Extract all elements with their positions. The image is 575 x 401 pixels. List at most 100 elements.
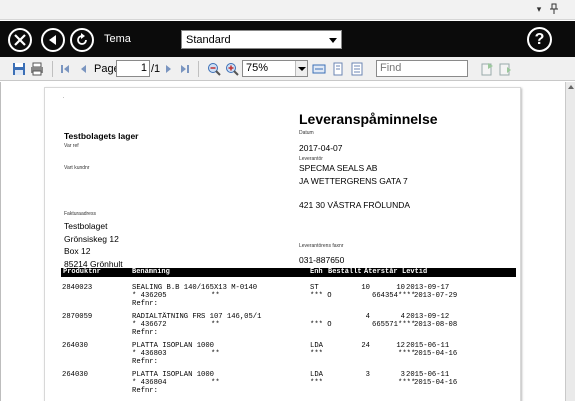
report-viewer[interactable]: . Leveranspåminnelse Testbolagets lager … — [0, 82, 565, 401]
scroll-up-icon[interactable] — [568, 85, 574, 89]
tema-label: Tema — [104, 33, 131, 45]
find-input[interactable]: Find — [376, 60, 468, 77]
product-name: RADIALTÄTNING FRS 107 146,05/1 — [132, 313, 262, 321]
refresh-button[interactable] — [70, 28, 94, 52]
previous-page-icon[interactable] — [76, 62, 90, 76]
lev-fax-label: Leverantörens faxnr — [299, 243, 344, 249]
product-number: 2840023 — [62, 284, 93, 292]
delivery-date: 2015-06-11 — [406, 371, 450, 379]
next-page-icon[interactable] — [162, 62, 176, 76]
billing-street: Grönsiskeg 12 — [64, 234, 119, 244]
stars: **** — [398, 321, 416, 329]
stars: ** — [211, 379, 220, 387]
remaining-qty: 12 — [396, 342, 405, 350]
back-button[interactable] — [41, 28, 65, 52]
find-icon[interactable] — [480, 62, 494, 76]
supplier-name: SPECMA SEALS AB — [299, 163, 378, 173]
remaining-qty: 3 — [400, 371, 405, 379]
order-date: 2013-08-08 — [414, 321, 458, 329]
order-mark: *** — [310, 350, 323, 358]
close-button[interactable] — [8, 28, 32, 52]
dropdown-arrow-icon[interactable]: ▾ — [533, 3, 545, 15]
page-number-input[interactable]: 1 — [116, 60, 150, 77]
delivery-date: 2013-09-12 — [406, 313, 450, 321]
var-ref-label: Var ref — [64, 143, 79, 149]
page-total: /1 — [151, 63, 161, 75]
order-mark: *** O — [310, 321, 332, 329]
product-number: 264030 — [62, 342, 88, 350]
order-number: 664354 — [372, 292, 398, 300]
ref-line: * 436672 — [132, 321, 167, 329]
help-button[interactable]: ? — [527, 27, 552, 52]
ordered-qty: 10 — [361, 284, 370, 292]
stars: **** — [398, 379, 416, 387]
fakturaadress-label: Fakturaadress — [64, 211, 96, 217]
product-number: 2870059 — [62, 313, 93, 321]
order-number: 665571 — [372, 321, 398, 329]
ordered-qty: 4 — [365, 313, 370, 321]
refresh-icon — [77, 33, 87, 45]
refnr-label: Refnr: — [132, 300, 158, 308]
column-header: Beställt — [328, 268, 362, 276]
product-name: PLATTA ISOPLAN 1000 — [132, 342, 214, 350]
supplier-fax: 031-887650 — [299, 255, 345, 265]
toolbar-divider — [198, 61, 199, 77]
command-bar: Tema Standard ? — [0, 21, 575, 57]
first-page-icon[interactable] — [58, 62, 72, 76]
page-layout-icon[interactable] — [350, 62, 364, 76]
help-icon: ? — [534, 31, 545, 48]
column-header: Benämning — [132, 268, 170, 276]
pin-icon[interactable] — [548, 3, 560, 15]
remaining-qty: 10 — [396, 284, 405, 292]
tema-select[interactable]: Standard — [181, 30, 342, 49]
stars: **** — [398, 292, 416, 300]
product-name: PLATTA ISOPLAN 1000 — [132, 371, 214, 379]
refnr-label: Refnr: — [132, 358, 158, 366]
last-page-icon[interactable] — [178, 62, 192, 76]
column-header: Återstår — [364, 268, 398, 276]
find-next-icon[interactable] — [498, 62, 512, 76]
print-icon[interactable] — [30, 62, 44, 76]
stars: ** — [211, 350, 220, 358]
vertical-scrollbar[interactable] — [565, 82, 575, 401]
document-title: Leveranspåminnelse — [299, 111, 438, 127]
report-toolbar: Page 1 /1 75% Find — [0, 57, 575, 81]
billing-box: Box 12 — [64, 246, 91, 256]
refnr-label: Refnr: — [132, 329, 158, 337]
zoom-out-icon[interactable] — [207, 62, 221, 76]
stars: ** — [211, 292, 220, 300]
order-mark: *** — [310, 379, 323, 387]
order-mark: *** O — [310, 292, 332, 300]
order-date: 2013-07-29 — [414, 292, 458, 300]
column-header: Enh — [310, 268, 323, 276]
delivery-date: 2015-06-11 — [406, 342, 450, 350]
zoom-select-value: 75% — [246, 62, 269, 74]
one-page-icon[interactable] — [331, 62, 345, 76]
zoom-in-icon[interactable] — [225, 62, 239, 76]
unit: ST — [310, 284, 319, 292]
column-header: Levtid — [402, 268, 428, 276]
unit: LDA — [310, 342, 323, 350]
refnr-label: Refnr: — [132, 387, 158, 395]
window-caption-bar: ▾ — [0, 0, 575, 20]
billing-name: Testbolaget — [64, 221, 108, 231]
datum-label: Datum — [299, 130, 314, 136]
vart-kundnr-label: Vart kundnr — [64, 165, 90, 171]
supplier-city: 421 30 VÄSTRA FRÖLUNDA — [299, 200, 411, 210]
stars: ** — [211, 321, 220, 329]
fit-width-icon[interactable] — [312, 62, 326, 76]
ref-line: * 436803 — [132, 350, 167, 358]
zoom-select[interactable]: 75% — [242, 60, 308, 77]
leverantor-label: Leverantör — [299, 156, 323, 162]
unit: LDA — [310, 371, 323, 379]
stars: **** — [398, 350, 416, 358]
column-header: Produktnr — [63, 268, 101, 276]
order-date: 2015-04-16 — [414, 379, 458, 387]
report-page: . Leveranspåminnelse Testbolagets lager … — [44, 87, 521, 401]
ref-line: * 436804 — [132, 379, 167, 387]
ordered-qty: 24 — [361, 342, 370, 350]
ref-line: * 436205 — [132, 292, 167, 300]
toolbar-divider — [52, 61, 53, 77]
save-icon[interactable] — [12, 62, 26, 76]
ordered-qty: 3 — [365, 371, 370, 379]
